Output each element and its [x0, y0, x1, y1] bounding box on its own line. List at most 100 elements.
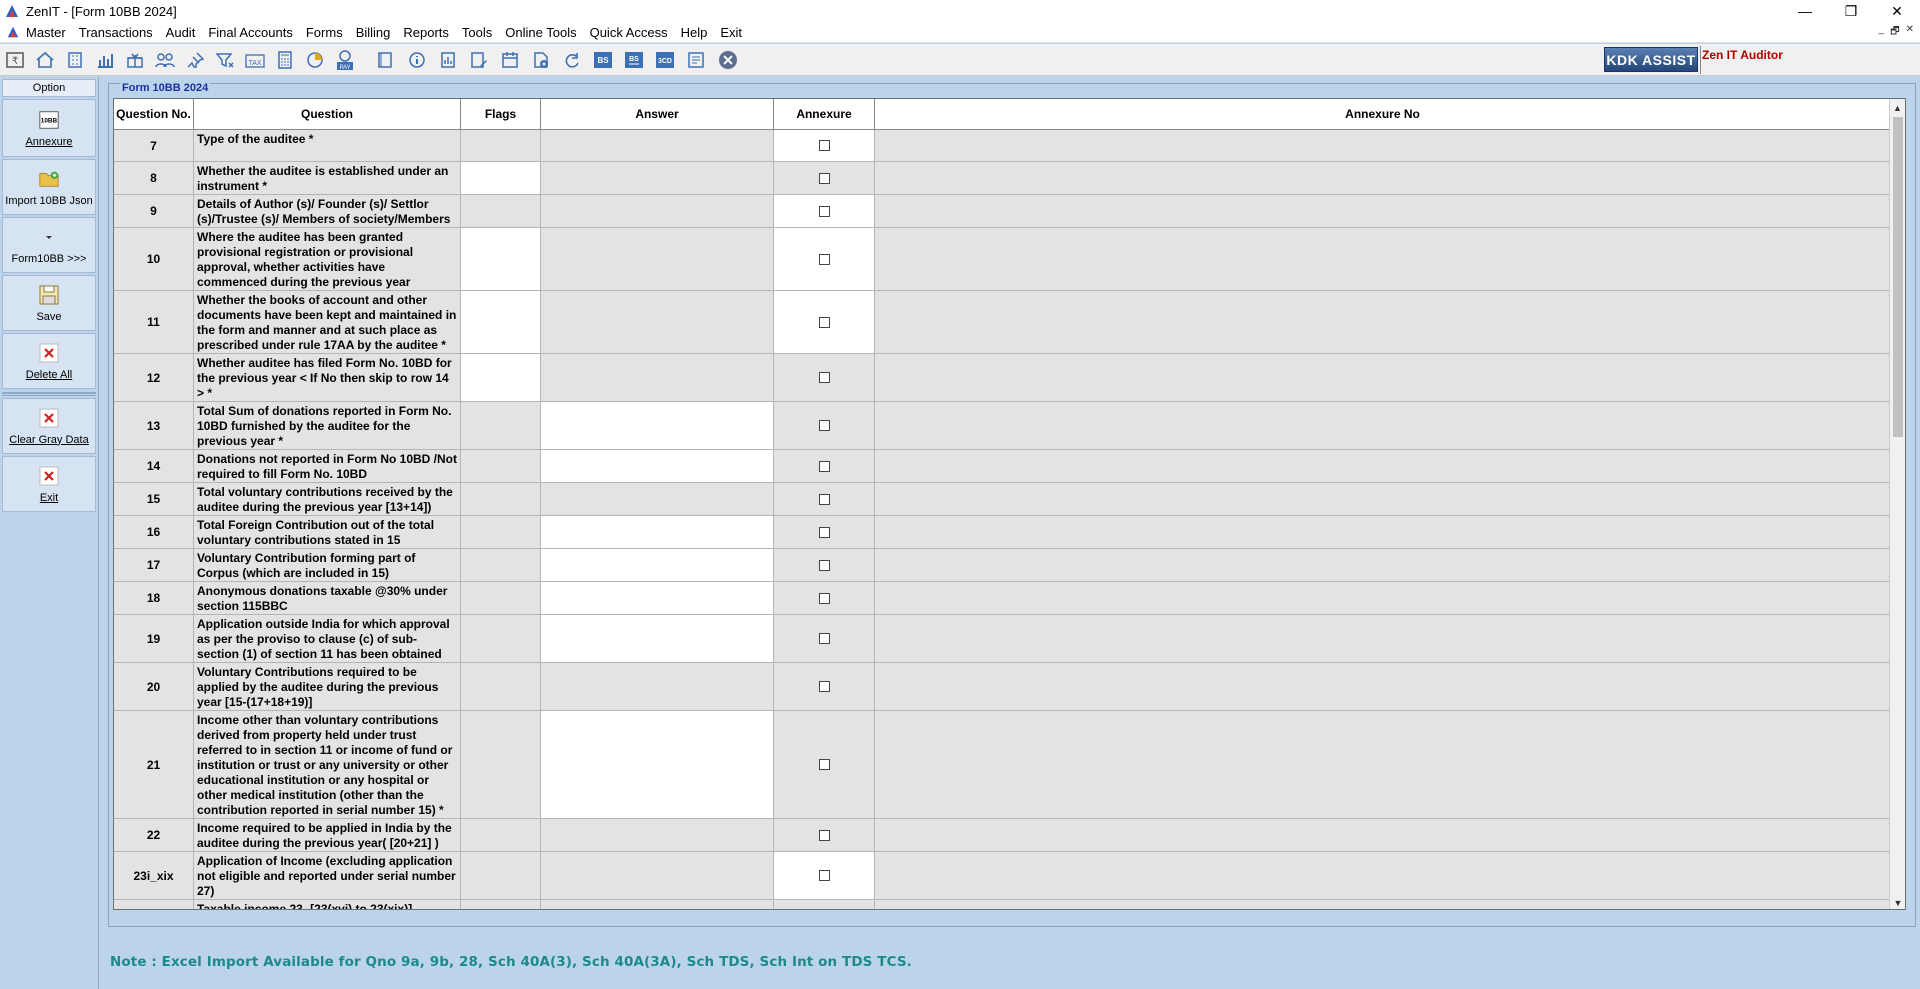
annexure-no-cell[interactable] — [875, 549, 1891, 581]
annexure-no-cell[interactable] — [875, 900, 1891, 909]
flags-cell[interactable] — [461, 162, 541, 194]
annexure-checkbox[interactable] — [818, 633, 830, 644]
menu-exit[interactable]: Exit — [720, 25, 742, 40]
sidebar-annexure-button[interactable]: 10BB Annexure — [2, 99, 96, 157]
add-document-icon[interactable] — [529, 49, 553, 71]
rupee-icon[interactable]: ₹ — [3, 49, 27, 71]
annexure-no-cell[interactable] — [875, 195, 1891, 227]
kdk-assist-button[interactable]: KDK ASSIST — [1604, 47, 1698, 72]
answer-cell[interactable] — [541, 615, 774, 662]
menu-online-tools[interactable]: Online Tools — [505, 25, 576, 40]
filter-icon[interactable] — [213, 49, 237, 71]
annexure-no-cell[interactable] — [875, 450, 1891, 482]
col-header-annexure[interactable]: Annexure — [774, 99, 875, 130]
answer-cell[interactable] — [541, 549, 774, 581]
annexure-checkbox[interactable] — [818, 460, 830, 472]
tax-icon[interactable]: TAX — [243, 49, 267, 71]
sidebar-form10bb-nav-button[interactable]: Form10BB >>> — [2, 217, 96, 273]
flags-cell[interactable] — [461, 516, 541, 548]
menu-reports[interactable]: Reports — [403, 25, 449, 40]
flags-cell[interactable] — [461, 900, 541, 909]
menu-master[interactable]: Master — [26, 25, 66, 40]
menu-tools[interactable]: Tools — [462, 25, 492, 40]
annexure-no-cell[interactable] — [875, 291, 1891, 353]
calendar-icon[interactable] — [498, 49, 522, 71]
annexure-checkbox[interactable] — [818, 372, 830, 383]
flags-cell[interactable] — [461, 483, 541, 515]
annexure-no-cell[interactable] — [875, 516, 1891, 548]
menu-quick-access[interactable]: Quick Access — [590, 25, 668, 40]
scroll-up-icon[interactable]: ▲ — [1890, 99, 1905, 116]
pin-icon[interactable] — [183, 49, 207, 71]
home-icon[interactable] — [33, 49, 57, 71]
col-header-annexure-no[interactable]: Annexure No — [875, 99, 1891, 130]
answer-cell[interactable] — [541, 291, 774, 353]
menu-final-accounts[interactable]: Final Accounts — [208, 25, 293, 40]
annexure-checkbox[interactable] — [818, 420, 830, 431]
mdi-restore-button[interactable]: 🗗 — [1890, 24, 1899, 41]
annexure-no-cell[interactable] — [875, 130, 1891, 161]
answer-cell[interactable] — [541, 450, 774, 482]
annexure-no-cell[interactable] — [875, 615, 1891, 662]
flags-cell[interactable] — [461, 711, 541, 818]
flags-cell[interactable] — [461, 615, 541, 662]
scroll-down-icon[interactable]: ▼ — [1890, 894, 1905, 909]
flags-cell[interactable] — [461, 663, 541, 710]
answer-cell[interactable] — [541, 516, 774, 548]
annexure-checkbox[interactable] — [818, 316, 830, 328]
answer-cell[interactable] — [541, 900, 774, 909]
answer-cell[interactable] — [541, 195, 774, 227]
annexure-checkbox[interactable] — [818, 592, 830, 604]
annexure-no-cell[interactable] — [875, 711, 1891, 818]
pay-icon[interactable]: PAY — [333, 49, 357, 71]
answer-cell[interactable] — [541, 483, 774, 515]
flags-cell[interactable] — [461, 228, 541, 290]
col-header-answer[interactable]: Answer — [541, 99, 774, 130]
annexure-no-cell[interactable] — [875, 162, 1891, 194]
report-icon[interactable] — [436, 49, 460, 71]
annexure-checkbox[interactable] — [818, 759, 830, 770]
users-icon[interactable] — [153, 49, 177, 71]
menu-transactions[interactable]: Transactions — [79, 25, 153, 40]
answer-cell[interactable] — [541, 130, 774, 161]
annexure-no-cell[interactable] — [875, 483, 1891, 515]
annexure-checkbox[interactable] — [818, 870, 830, 881]
annexure-checkbox[interactable] — [818, 205, 830, 217]
sidebar-exit-button[interactable]: Exit — [2, 456, 96, 512]
sidebar-clear-gray-button[interactable]: Clear Gray Data — [2, 398, 96, 454]
flags-cell[interactable] — [461, 130, 541, 161]
annexure-checkbox[interactable] — [818, 493, 830, 505]
answer-cell[interactable] — [541, 819, 774, 851]
answer-cell[interactable] — [541, 582, 774, 614]
menu-help[interactable]: Help — [681, 25, 708, 40]
flags-cell[interactable] — [461, 354, 541, 401]
document-edit-icon[interactable] — [467, 49, 491, 71]
col-header-question[interactable]: Question — [194, 99, 461, 130]
flags-cell[interactable] — [461, 450, 541, 482]
col-header-question-no[interactable]: Question No. — [114, 99, 194, 130]
annexure-checkbox[interactable] — [818, 526, 830, 538]
scrollbar-thumb[interactable] — [1893, 117, 1903, 437]
answer-cell[interactable] — [541, 852, 774, 899]
zen-it-auditor-link[interactable]: Zen IT Auditor — [1702, 48, 1783, 62]
sidebar-save-button[interactable]: Save — [2, 275, 96, 331]
annexure-no-cell[interactable] — [875, 354, 1891, 401]
mdi-close-button[interactable]: ✕ — [1906, 24, 1914, 41]
col-header-flags[interactable]: Flags — [461, 99, 541, 130]
bs-sch-icon[interactable]: BS — [622, 49, 646, 71]
3cd-icon[interactable]: 3CD — [653, 49, 677, 71]
annexure-checkbox[interactable] — [818, 559, 830, 571]
annexure-no-cell[interactable] — [875, 582, 1891, 614]
answer-cell[interactable] — [541, 228, 774, 290]
restore-button[interactable]: ❐ — [1828, 0, 1874, 22]
annexure-no-cell[interactable] — [875, 819, 1891, 851]
annexure-no-cell[interactable] — [875, 228, 1891, 290]
bar-chart-icon[interactable] — [93, 49, 117, 71]
answer-cell[interactable] — [541, 162, 774, 194]
annexure-checkbox[interactable] — [818, 172, 830, 184]
gift-icon[interactable] — [123, 49, 147, 71]
flags-cell[interactable] — [461, 852, 541, 899]
menu-forms[interactable]: Forms — [306, 25, 343, 40]
ledger-icon[interactable] — [684, 49, 708, 71]
minimize-button[interactable]: — — [1782, 0, 1828, 22]
